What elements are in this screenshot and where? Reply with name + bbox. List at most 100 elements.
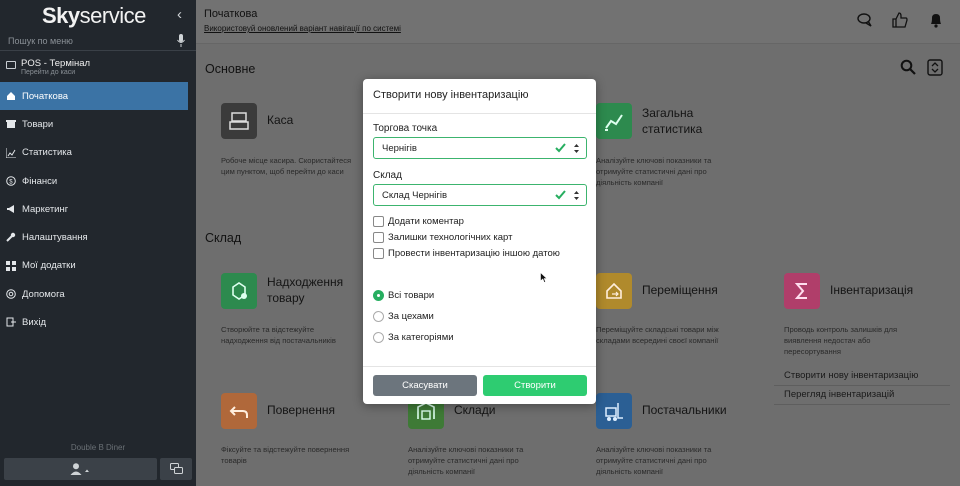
card-inventory[interactable]: Інвентаризація Проводь контроль залишків… [784,273,960,403]
modal-header-divider [363,113,596,114]
box-icon [6,120,16,129]
card-description: Фіксуйте та відстежуйте повернення товар… [221,445,350,465]
home-icon [7,92,15,100]
sidebar-item-exit[interactable]: Вихід [0,308,196,336]
megaphone-icon [7,205,14,214]
warehouse-label: Склад [373,170,402,181]
collapse-sidebar-icon[interactable]: ‹ [177,6,182,23]
create-button[interactable]: Створити [483,375,587,396]
section-warehouse-title: Склад [205,231,242,245]
sidebar-item-label: Мої додатки [22,260,76,272]
exit-icon [6,317,16,327]
card-description: Аналізуйте ключові показники та отримуйт… [596,156,712,187]
chat-bubbles-icon[interactable] [857,12,873,28]
card-title: Надходження товару [267,275,344,305]
stats-chart-icon [596,103,632,139]
mouse-cursor-icon [540,272,548,283]
radio-label: За категоріями [388,332,454,343]
register-icon [221,103,257,139]
radio-circle[interactable] [373,311,384,322]
radio-by-workshops[interactable]: За цехами [373,311,434,322]
modal-title: Створити нову інвентаризацію [373,89,529,101]
checkbox-box[interactable] [373,248,384,259]
checkbox-label: Додати коментар [388,216,464,227]
card-title: Каса [267,113,294,127]
move-house-icon [596,273,632,309]
sidebar-item-label: Маркетинг [22,203,69,215]
card-general-stats[interactable]: Загальна статистика Аналізуйте ключові по… [596,103,776,188]
radio-label: За цехами [388,311,434,322]
card-title: Інвентаризація [830,283,914,297]
checkbox-box[interactable] [373,216,384,227]
coin-icon: $ [6,176,16,186]
updown-arrow-icon [574,191,579,200]
sidebar-item-finance[interactable]: $ Фінанси [0,167,196,195]
other-date-checkbox[interactable]: Провести інвентаризацію іншою датою [373,248,560,259]
sidebar-item-label: Вихід [22,317,47,329]
grid-icon [6,260,16,271]
sidebar-item-home[interactable]: Початкова [0,82,188,111]
card-suppliers[interactable]: Постачальники Аналізуйте ключові показни… [596,393,776,483]
add-comment-checkbox[interactable]: Додати коментар [373,216,464,227]
card-description: Аналізуйте ключові показники та отримуйт… [596,445,712,476]
cancel-button[interactable]: Скасувати [373,375,477,396]
check-icon [555,143,566,153]
menu-search-placeholder: Пошук по меню [8,36,73,46]
monitor-icon [6,61,16,69]
thumbs-up-icon[interactable] [892,12,908,28]
radio-circle[interactable] [373,290,384,301]
chat-button[interactable] [160,458,192,480]
modal-footer-divider [363,366,596,367]
sort-toggle-icon[interactable] [927,59,943,76]
checkbox-label: Залишки технологічних карт [388,232,513,243]
skyservice-logo[interactable]: Skyservice [42,3,146,29]
bell-icon[interactable] [928,12,944,28]
company-name: Double B Diner [70,443,126,452]
sidebar-item-label: Налаштування [22,232,88,244]
store-select[interactable]: Чернігів [373,137,587,159]
divider [774,385,950,386]
search-icon[interactable] [900,59,916,75]
radio-by-categories[interactable]: За категоріями [373,332,454,343]
card-description: Переміщуйте складські товари між складам… [596,325,719,345]
radio-label: Всі товари [388,290,435,301]
card-returns[interactable]: Повернення Фіксуйте та відстежуйте повер… [221,393,401,473]
warehouse-select[interactable]: Склад Чернігів [373,184,587,206]
forklift-icon [596,393,632,429]
chat-icon [170,463,183,474]
sidebar-item-goods[interactable]: Товари [0,110,196,138]
view-inventories-link[interactable]: Перегляд інвентаризацій [784,389,894,400]
sidebar-item-label: Початкова [22,90,69,102]
divider [774,404,950,405]
user-menu-button[interactable] [4,458,157,480]
tech-cards-checkbox[interactable]: Залишки технологічних карт [373,232,512,243]
pos-terminal-title: POS - Термінал [21,58,91,69]
warehouse-select-value: Склад Чернігів [382,190,448,201]
menu-search[interactable]: Пошук по меню [0,31,196,51]
pos-terminal-link[interactable]: POS - Термінал Перейти до каси [0,56,196,80]
radio-all-goods[interactable]: Всі товари [373,290,434,301]
create-inventory-link[interactable]: Створити нову інвентаризацію [784,370,918,381]
chart-icon [6,147,16,158]
card-description: Створюйте та відстежуйте надходження від… [221,325,336,345]
card-title: Загальна статистика [642,106,703,136]
sidebar-item-label: Статистика [22,147,72,159]
sidebar-nav: Початкова Товари Статистика $ Фінанси Ма… [0,82,196,337]
create-inventory-modal: Створити нову інвентаризацію Торгова точ… [363,79,596,404]
radio-circle[interactable] [373,332,384,343]
sidebar-item-label: Фінанси [22,175,58,187]
wrench-icon [6,233,16,243]
income-box-icon [221,273,257,309]
sidebar-item-settings[interactable]: Налаштування [0,223,196,251]
checkbox-box[interactable] [373,232,384,243]
sidebar-item-my-apps[interactable]: Мої додатки [0,252,196,280]
card-warehouses[interactable]: Склади Аналізуйте ключові показники та о… [408,393,588,483]
new-navigation-link[interactable]: Використовуй оновлений варіант навігації… [204,24,401,33]
card-movement[interactable]: Переміщення Переміщуйте складські товари… [596,273,776,353]
sidebar-item-help[interactable]: Допомога [0,280,196,308]
return-arrow-icon [221,393,257,429]
microphone-icon[interactable] [177,34,185,47]
sidebar-item-marketing[interactable]: Маркетинг [0,195,196,223]
sidebar-item-statistics[interactable]: Статистика [0,139,196,167]
sidebar: Skyservice ‹ Пошук по меню POS - Терміна… [0,0,196,486]
